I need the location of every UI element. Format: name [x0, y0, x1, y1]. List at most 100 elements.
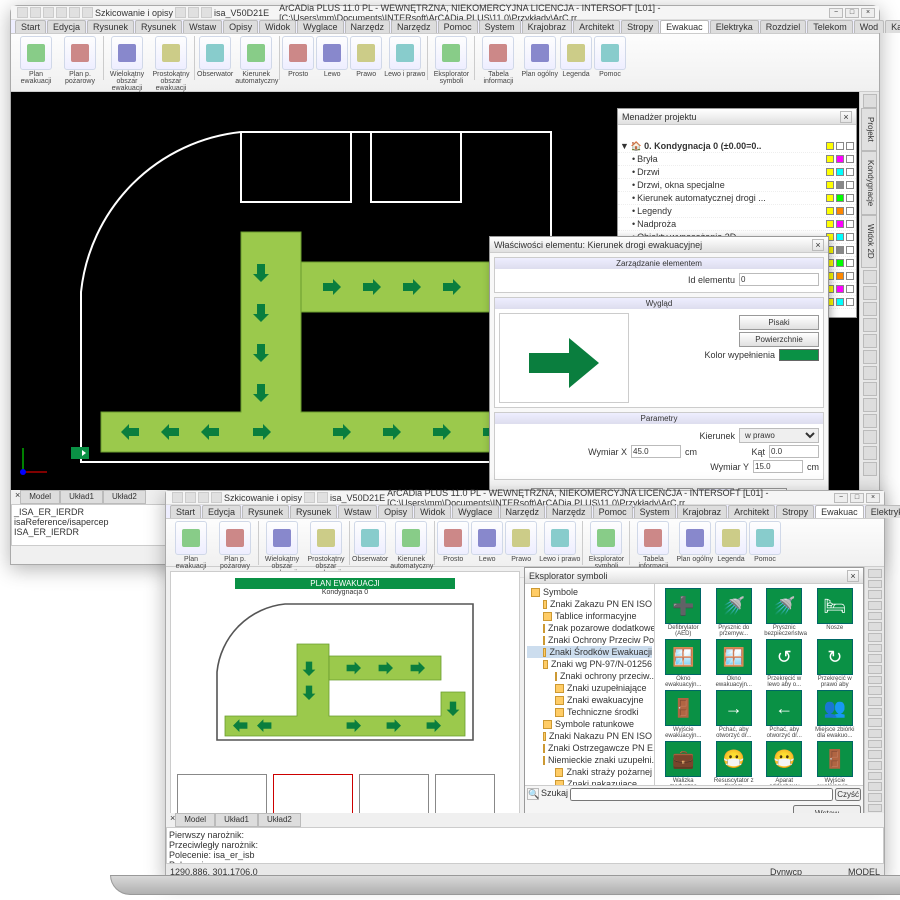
ribbon-button[interactable]: [282, 36, 314, 70]
symbol-item[interactable]: 😷Resuscytator z tlenem: [710, 741, 759, 785]
symbol-item[interactable]: 🪟Okno ewakuacyjn...: [659, 639, 708, 688]
ribbon-tab[interactable]: Opisy: [223, 20, 258, 33]
tool-button[interactable]: [868, 601, 882, 610]
tree-node[interactable]: Znak pozarowe dodatkowe: [527, 622, 652, 634]
ribbon-tab[interactable]: Edycja: [47, 20, 86, 33]
tool-button[interactable]: [868, 612, 882, 621]
maximize-icon[interactable]: □: [845, 8, 859, 18]
tool-button[interactable]: [868, 772, 882, 781]
ribbon-tab[interactable]: Start: [15, 20, 46, 33]
tool-button[interactable]: [868, 590, 882, 599]
symbol-item[interactable]: 👥Miejsce zbiórki dla ewakuo...: [811, 690, 860, 739]
ribbon-button[interactable]: [749, 521, 781, 555]
ribbon-button[interactable]: [679, 521, 711, 555]
ribbon-button[interactable]: [435, 36, 467, 70]
ribbon-button[interactable]: [389, 36, 421, 70]
tool-button[interactable]: [868, 729, 882, 738]
search-input[interactable]: [570, 788, 833, 801]
ribbon-tab[interactable]: Start: [170, 505, 201, 518]
qat-btn[interactable]: [17, 7, 28, 18]
ribbon-tab[interactable]: Kanalizac: [885, 20, 900, 33]
symbol-grid[interactable]: ➕Defibrylator (AED)🚿Prysznic do przemyw.…: [655, 584, 863, 785]
tool-button[interactable]: [863, 302, 877, 316]
ribbon-button[interactable]: [240, 36, 272, 70]
tool-button[interactable]: [863, 446, 877, 460]
tool-button[interactable]: [868, 665, 882, 674]
tree-node[interactable]: Znaki Środków Ewakuacji: [527, 646, 652, 658]
symbol-item[interactable]: 😷Aparat oddechowy: [760, 741, 809, 785]
tool-button[interactable]: [863, 366, 877, 380]
symbol-item[interactable]: 🚿Prysznic do przemyw...: [710, 588, 759, 637]
ribbon-tab[interactable]: Architekt: [728, 505, 775, 518]
color-swatch[interactable]: [779, 349, 819, 361]
symbol-item[interactable]: 🛏Nosze: [811, 588, 860, 637]
tool-button[interactable]: [863, 398, 877, 412]
ribbon-tab[interactable]: Narzędz: [391, 20, 437, 33]
close-icon[interactable]: ×: [861, 8, 875, 18]
ribbon-button[interactable]: [471, 521, 503, 555]
ribbon-button[interactable]: [505, 521, 537, 555]
symbol-item[interactable]: ➕Defibrylator (AED): [659, 588, 708, 637]
symbol-item[interactable]: 🚿Prysznic bezpieczeństwa: [760, 588, 809, 637]
drawing-canvas-light[interactable]: PLAN EWAKUACJI Kondygnacja 0: [170, 571, 520, 821]
tool-button[interactable]: [863, 94, 877, 108]
ribbon-tab[interactable]: Rysunek: [242, 505, 289, 518]
tool-button[interactable]: [863, 318, 877, 332]
tree-node[interactable]: Znaki wg PN-97/N-01256: [527, 658, 652, 670]
layer-row[interactable]: •Legendy: [618, 205, 856, 218]
ribbon-tab[interactable]: Wyglace: [452, 505, 498, 518]
ribbon-tab[interactable]: Narzędz: [546, 505, 592, 518]
close-icon[interactable]: ×: [812, 239, 824, 251]
ribbon-tab[interactable]: Wyglace: [297, 20, 343, 33]
ribbon-button[interactable]: [175, 521, 207, 555]
properties-dialog[interactable]: Właściwości elementu: Kierunek drogi ewa…: [489, 236, 829, 516]
ribbon-button[interactable]: [590, 521, 622, 555]
tree-node[interactable]: Znaki straży pożarnej: [527, 766, 652, 778]
tool-button[interactable]: [868, 761, 882, 770]
tool-button[interactable]: [868, 644, 882, 653]
ribbon-button[interactable]: [560, 36, 592, 70]
tree-node[interactable]: Symbole: [527, 586, 652, 598]
tree-node[interactable]: Tablice informacyjne: [527, 610, 652, 622]
clear-button[interactable]: Czyść: [835, 788, 861, 801]
ribbon-button[interactable]: [111, 36, 143, 70]
ribbon-button[interactable]: [637, 521, 669, 555]
tree-node[interactable]: Znaki Nakazu PN EN ISO: [527, 730, 652, 742]
tree-node[interactable]: Znaki Zakazu PN EN ISO: [527, 598, 652, 610]
ribbon-tab[interactable]: Rozdziel: [760, 20, 807, 33]
ribbon-tab[interactable]: Elektryka: [865, 505, 900, 518]
tool-button[interactable]: [868, 580, 882, 589]
tool-button[interactable]: [863, 382, 877, 396]
symbol-explorer-panel[interactable]: Eksplorator symboli× SymboleZnaki Zakazu…: [524, 567, 864, 825]
tree-node[interactable]: Niemieckie znaki uzupełni...: [527, 754, 652, 766]
ribbon-tab[interactable]: Ewakuac: [660, 20, 709, 33]
tool-button[interactable]: [868, 686, 882, 695]
ribbon-button[interactable]: [266, 521, 298, 555]
tool-button[interactable]: [868, 750, 882, 759]
ribbon-tab[interactable]: Rysunek: [290, 505, 337, 518]
ribbon-tab[interactable]: Narzędz: [500, 505, 546, 518]
tool-button[interactable]: [863, 286, 877, 300]
ribbon-tab[interactable]: Krajobraz: [677, 505, 728, 518]
ribbon-button[interactable]: [64, 36, 96, 70]
symbol-item[interactable]: 🚪Wyjście ewakuacyjn...: [811, 741, 860, 785]
tool-button[interactable]: [868, 782, 882, 791]
tool-button[interactable]: [863, 270, 877, 284]
ribbon-tab[interactable]: Rysunek: [135, 20, 182, 33]
close-icon[interactable]: ×: [840, 111, 852, 123]
ribbon-button[interactable]: [482, 36, 514, 70]
ribbon-tab[interactable]: Architekt: [573, 20, 620, 33]
ribbon-button[interactable]: [395, 521, 427, 555]
symbol-item[interactable]: 💼Walizka medyczna: [659, 741, 708, 785]
ribbon-tab[interactable]: Narzędz: [345, 20, 391, 33]
ribbon-tab[interactable]: Wstaw: [183, 20, 222, 33]
tree-node[interactable]: Znaki uzupełniające: [527, 682, 652, 694]
tree-node[interactable]: Symbole ratunkowe: [527, 718, 652, 730]
tool-button[interactable]: [868, 708, 882, 717]
ribbon-tab[interactable]: Wstaw: [338, 505, 377, 518]
symbol-item[interactable]: 🚪Wyjście ewakuacyjn...: [659, 690, 708, 739]
tool-button[interactable]: [868, 804, 882, 813]
ribbon-tab[interactable]: Ewakuac: [815, 505, 864, 518]
dimy-field[interactable]: [753, 460, 803, 473]
tool-button[interactable]: [863, 414, 877, 428]
